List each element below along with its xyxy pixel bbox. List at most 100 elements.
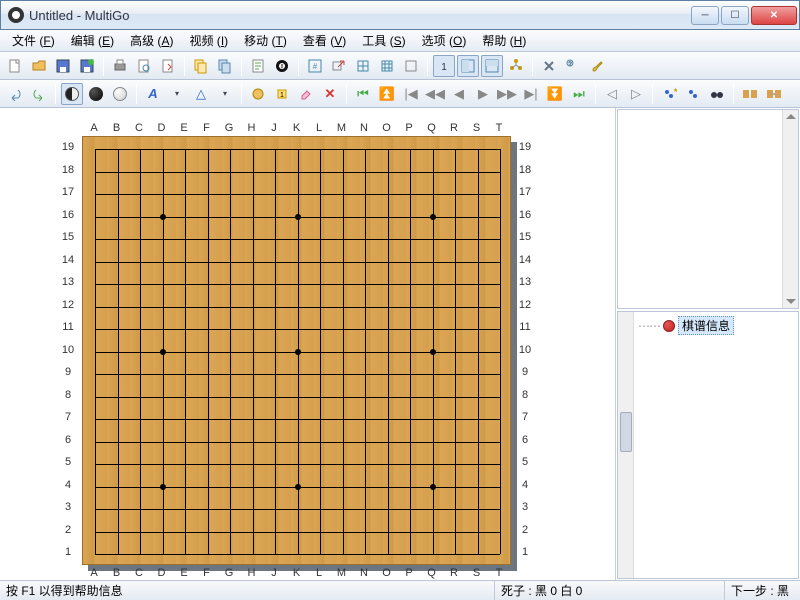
- letter-a-icon[interactable]: A: [142, 83, 164, 105]
- tree-panel: ⋯⋯ 棋谱信息: [617, 311, 799, 579]
- col-label: C: [131, 122, 147, 134]
- col-label: H: [244, 122, 260, 134]
- copy-sgf-button[interactable]: [214, 55, 236, 77]
- nav-next-button[interactable]: ▶: [472, 83, 494, 105]
- numbers-one-icon[interactable]: 1: [433, 55, 455, 77]
- menu-file[interactable]: 文件 (F): [4, 30, 63, 51]
- comment-panel[interactable]: [617, 109, 799, 309]
- row-label: 6: [517, 434, 533, 446]
- node-icon: [663, 320, 675, 332]
- highlight-button[interactable]: 1: [271, 83, 293, 105]
- col-label: S: [469, 122, 485, 134]
- row-label: 15: [60, 231, 76, 243]
- binoculars-icon[interactable]: [706, 83, 728, 105]
- grid1-button[interactable]: [352, 55, 374, 77]
- menu-video[interactable]: 视频 (I): [181, 30, 236, 51]
- col-label: M: [334, 567, 350, 579]
- row-label: 15: [517, 231, 533, 243]
- guitar-icon[interactable]: [586, 55, 608, 77]
- maximize-button[interactable]: ☐: [721, 6, 749, 25]
- comment-scrollbar[interactable]: [782, 110, 798, 308]
- menu-move[interactable]: 移动 (T): [236, 30, 295, 51]
- white-stone-button[interactable]: [109, 83, 131, 105]
- find-button[interactable]: ★: [658, 83, 680, 105]
- menu-view[interactable]: 查看 (V): [295, 30, 354, 51]
- print-button[interactable]: [109, 55, 131, 77]
- nav-forward-button[interactable]: ▶▶: [496, 83, 518, 105]
- col-label: E: [176, 567, 192, 579]
- nav-fwd10-button[interactable]: ▶|: [520, 83, 542, 105]
- col-label: B: [109, 122, 125, 134]
- dim-button[interactable]: [247, 83, 269, 105]
- row-label: 14: [517, 254, 533, 266]
- show-coords-button[interactable]: #: [304, 55, 326, 77]
- col-label: F: [199, 567, 215, 579]
- layout1-button[interactable]: [457, 55, 479, 77]
- undo-button[interactable]: [4, 83, 26, 105]
- menu-options[interactable]: 选项 (O): [414, 30, 475, 51]
- menu-advanced[interactable]: 高级 (A): [122, 30, 181, 51]
- close-button[interactable]: ✕: [751, 6, 797, 25]
- menu-help[interactable]: 帮助 (H): [474, 30, 534, 51]
- tree-root-node[interactable]: ⋯⋯ 棋谱信息: [638, 316, 734, 335]
- right-panel: ⋯⋯ 棋谱信息: [615, 108, 800, 580]
- row-label: 19: [517, 141, 533, 153]
- col-label: A: [86, 122, 102, 134]
- branch-next-button[interactable]: ▷: [625, 83, 647, 105]
- tree-button[interactable]: [505, 55, 527, 77]
- tree-root-label: 棋谱信息: [678, 316, 734, 335]
- layout2-button[interactable]: [481, 55, 503, 77]
- status-next: 下一步 : 黑: [725, 581, 800, 600]
- minimize-button[interactable]: ─: [691, 6, 719, 25]
- copy-board-button[interactable]: [190, 55, 212, 77]
- statusbar: 按 F1 以得到帮助信息 死子 : 黑 0 白 0 下一步 : 黑: [0, 580, 800, 600]
- row-label: 8: [60, 389, 76, 401]
- dropdown2-icon[interactable]: ▾: [214, 83, 236, 105]
- grid3-button[interactable]: [400, 55, 422, 77]
- open-button[interactable]: [28, 55, 50, 77]
- game-tree[interactable]: ⋯⋯ 棋谱信息: [634, 312, 798, 578]
- settings-button[interactable]: [538, 55, 560, 77]
- nav-up-button[interactable]: ⏫: [376, 83, 398, 105]
- play-mode-button[interactable]: [61, 83, 83, 105]
- nav-down-button[interactable]: ⏬: [544, 83, 566, 105]
- tree-scrollbar[interactable]: [618, 312, 634, 578]
- export-button[interactable]: [157, 55, 179, 77]
- help-button[interactable]: ?: [562, 55, 584, 77]
- new-button[interactable]: [4, 55, 26, 77]
- delete-button[interactable]: ✕: [319, 83, 341, 105]
- svg-text:8: 8: [281, 64, 284, 70]
- menu-edit[interactable]: 编辑 (E): [63, 30, 122, 51]
- launch-button[interactable]: [328, 55, 350, 77]
- toolbar-main: 8 # 1 ?: [0, 52, 800, 80]
- black-stone-button[interactable]: [85, 83, 107, 105]
- tree-connector-icon: ⋯⋯: [638, 319, 660, 333]
- menu-tools[interactable]: 工具 (S): [354, 30, 413, 51]
- row-label: 12: [60, 299, 76, 311]
- double-board2-button[interactable]: [763, 83, 785, 105]
- row-label: 12: [517, 299, 533, 311]
- go-board[interactable]: AABBCCDDEEFFGGHHJJKKLLMMNNOOPPQQRRSSTT19…: [50, 118, 541, 580]
- find2-button[interactable]: [682, 83, 704, 105]
- save-button[interactable]: [52, 55, 74, 77]
- toolbar-edit: A ▾ △ ▾ 1 ✕ ⏮ ⏫ |◀ ◀◀ ◀ ▶ ▶▶ ▶| ⏬ ⏭ ◁ ▷ …: [0, 80, 800, 108]
- nav-rewind-button[interactable]: ◀◀: [424, 83, 446, 105]
- preview-button[interactable]: [133, 55, 155, 77]
- nav-prev-button[interactable]: ◀: [448, 83, 470, 105]
- nav-first-button[interactable]: ⏮: [352, 83, 374, 105]
- dropdown-icon[interactable]: ▾: [166, 83, 188, 105]
- eraser-button[interactable]: [295, 83, 317, 105]
- properties-button[interactable]: [247, 55, 269, 77]
- nav-last-button[interactable]: ⏭: [568, 83, 590, 105]
- double-board1-button[interactable]: [739, 83, 761, 105]
- branch-prev-button[interactable]: ◁: [601, 83, 623, 105]
- grid2-button[interactable]: [376, 55, 398, 77]
- nav-back10-button[interactable]: |◀: [400, 83, 422, 105]
- triangle-mark-button[interactable]: △: [190, 83, 212, 105]
- redo-button[interactable]: [28, 83, 50, 105]
- saveas-button[interactable]: [76, 55, 98, 77]
- eight-ball-icon[interactable]: 8: [271, 55, 293, 77]
- col-label: O: [379, 122, 395, 134]
- col-label: N: [356, 122, 372, 134]
- board-area: AABBCCDDEEFFGGHHJJKKLLMMNNOOPPQQRRSSTT19…: [0, 108, 615, 580]
